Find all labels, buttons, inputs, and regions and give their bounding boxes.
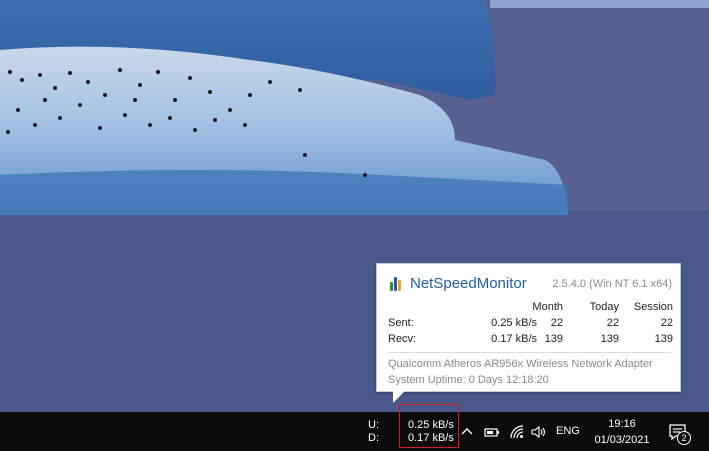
- row-month: 139: [544, 333, 563, 345]
- download-speed: 0.17 kB/s: [408, 432, 454, 444]
- clock-time: 19:16: [608, 418, 636, 430]
- row-rate: 0.17 kB/s: [491, 333, 537, 345]
- clock-date: 01/03/2021: [594, 434, 650, 446]
- row-month: 22: [550, 317, 563, 329]
- stats-table: Month Today Session Sent: 0.25 kB/s 22 2…: [388, 301, 673, 349]
- download-label: D:: [368, 432, 379, 444]
- netspeedmonitor-popup: NetSpeedMonitor 2.5.4.0 (Win NT 6.1 x64)…: [376, 263, 681, 392]
- row-rate: 0.25 kB/s: [491, 317, 537, 329]
- chevron-up-icon[interactable]: [459, 424, 475, 440]
- row-session: 22: [660, 317, 673, 329]
- upload-speed: 0.25 kB/s: [408, 419, 454, 431]
- battery-icon[interactable]: [484, 424, 500, 440]
- row-label: Sent:: [388, 317, 414, 329]
- netspeed-labels: U: D:: [368, 419, 379, 445]
- app-version: 2.5.4.0 (Win NT 6.1 x64): [552, 278, 672, 290]
- column-today: Today: [589, 301, 619, 313]
- notification-count-badge: 2: [677, 431, 691, 445]
- upload-label: U:: [368, 419, 379, 431]
- popup-pointer: [393, 391, 405, 403]
- network-adapter-name: Qualcomm Atheros AR956x Wireless Network…: [388, 358, 653, 370]
- system-uptime: System Uptime: 0 Days 12:18:20: [388, 374, 549, 386]
- popup-divider: [388, 352, 671, 353]
- row-today: 22: [606, 317, 619, 329]
- stats-row-sent: Sent: 0.25 kB/s 22 22 22: [388, 317, 673, 333]
- netspeed-toolbar[interactable]: 0.25 kB/s 0.17 kB/s: [408, 419, 454, 445]
- stats-row-recv: Recv: 0.17 kB/s 139 139 139: [388, 333, 673, 349]
- wifi-icon[interactable]: [509, 424, 525, 440]
- row-label: Recv:: [388, 333, 417, 345]
- system-clock[interactable]: 19:16 01/03/2021: [588, 416, 656, 448]
- row-today: 139: [600, 333, 619, 345]
- taskbar: U: D: 0.25 kB/s 0.17 kB/s ENG 19:16 01/0…: [0, 404, 709, 451]
- row-session: 139: [654, 333, 673, 345]
- column-session: Session: [633, 301, 673, 313]
- app-name: NetSpeedMonitor: [410, 275, 527, 292]
- bar-chart-logo-icon: [390, 276, 404, 291]
- popup-header: NetSpeedMonitor 2.5.4.0 (Win NT 6.1 x64): [387, 274, 672, 296]
- stats-header-row: Month Today Session: [388, 301, 673, 317]
- column-month: Month: [532, 301, 563, 313]
- speaker-icon[interactable]: [530, 424, 546, 440]
- language-indicator[interactable]: ENG: [556, 425, 580, 437]
